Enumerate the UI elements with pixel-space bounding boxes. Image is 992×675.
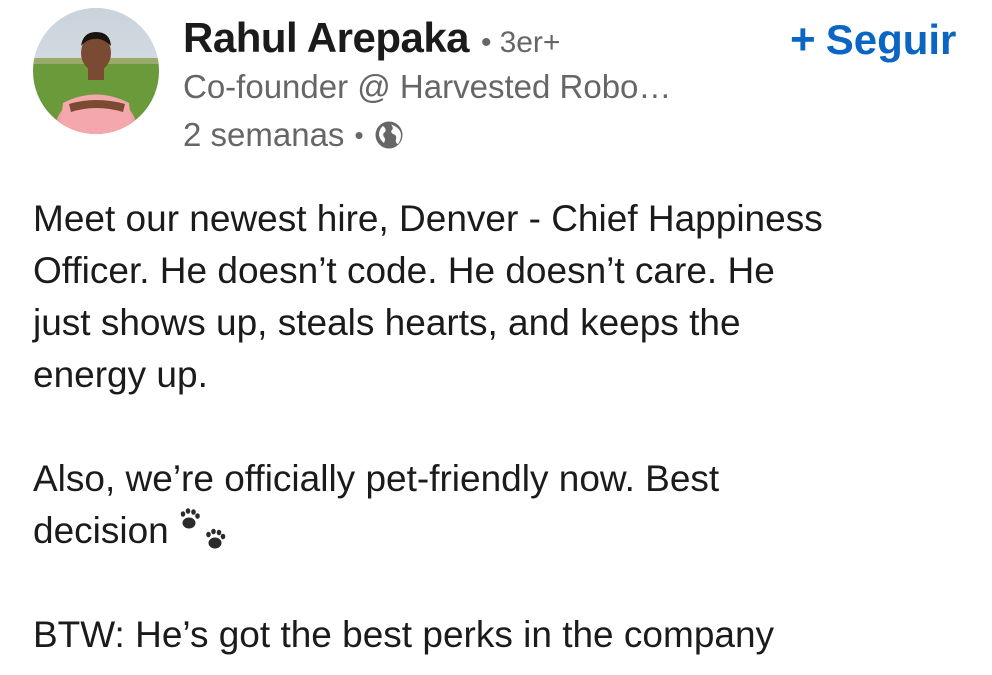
post-line: BTW: He’s got the best perks in the comp… — [33, 614, 775, 655]
post-line-with-emoji: decision — [33, 505, 988, 557]
post-line: Also, we’re officially pet-friendly now.… — [33, 458, 720, 499]
post-time: 2 semanas — [183, 116, 345, 153]
post-line: Officer. He doesn’t code. He doesn’t car… — [33, 250, 775, 291]
post-header: Rahul Arepaka • 3er+ + Seguir Co-founder… — [0, 0, 992, 170]
connection-degree: 3er+ — [499, 26, 561, 59]
paw-prints-icon — [175, 505, 233, 555]
post-line: Meet our newest hire, Denver - Chief Hap… — [33, 198, 823, 239]
author-name[interactable]: Rahul Arepaka — [183, 14, 470, 62]
separator-dot: • — [481, 26, 492, 59]
post-line-text: decision — [33, 510, 169, 551]
post-line: energy up. — [33, 354, 208, 395]
avatar[interactable] — [33, 8, 159, 134]
plus-icon: + — [790, 15, 816, 64]
author-headline: Co-founder @ Harvested Robo… — [183, 68, 672, 105]
meta-separator-dot: • — [354, 119, 364, 150]
post-body: Meet our newest hire, Denver - Chief Hap… — [33, 193, 988, 661]
post-line: just shows up, steals hearts, and keeps … — [33, 302, 741, 343]
author-line: Rahul Arepaka • 3er+ — [183, 14, 560, 66]
feed-post: Rahul Arepaka • 3er+ + Seguir Co-founder… — [0, 0, 992, 675]
follow-label: Seguir — [825, 16, 957, 63]
globe-icon — [374, 120, 404, 150]
avatar-photo — [33, 8, 159, 134]
follow-button[interactable]: + Seguir — [790, 14, 956, 66]
post-meta: 2 semanas • — [183, 114, 404, 156]
